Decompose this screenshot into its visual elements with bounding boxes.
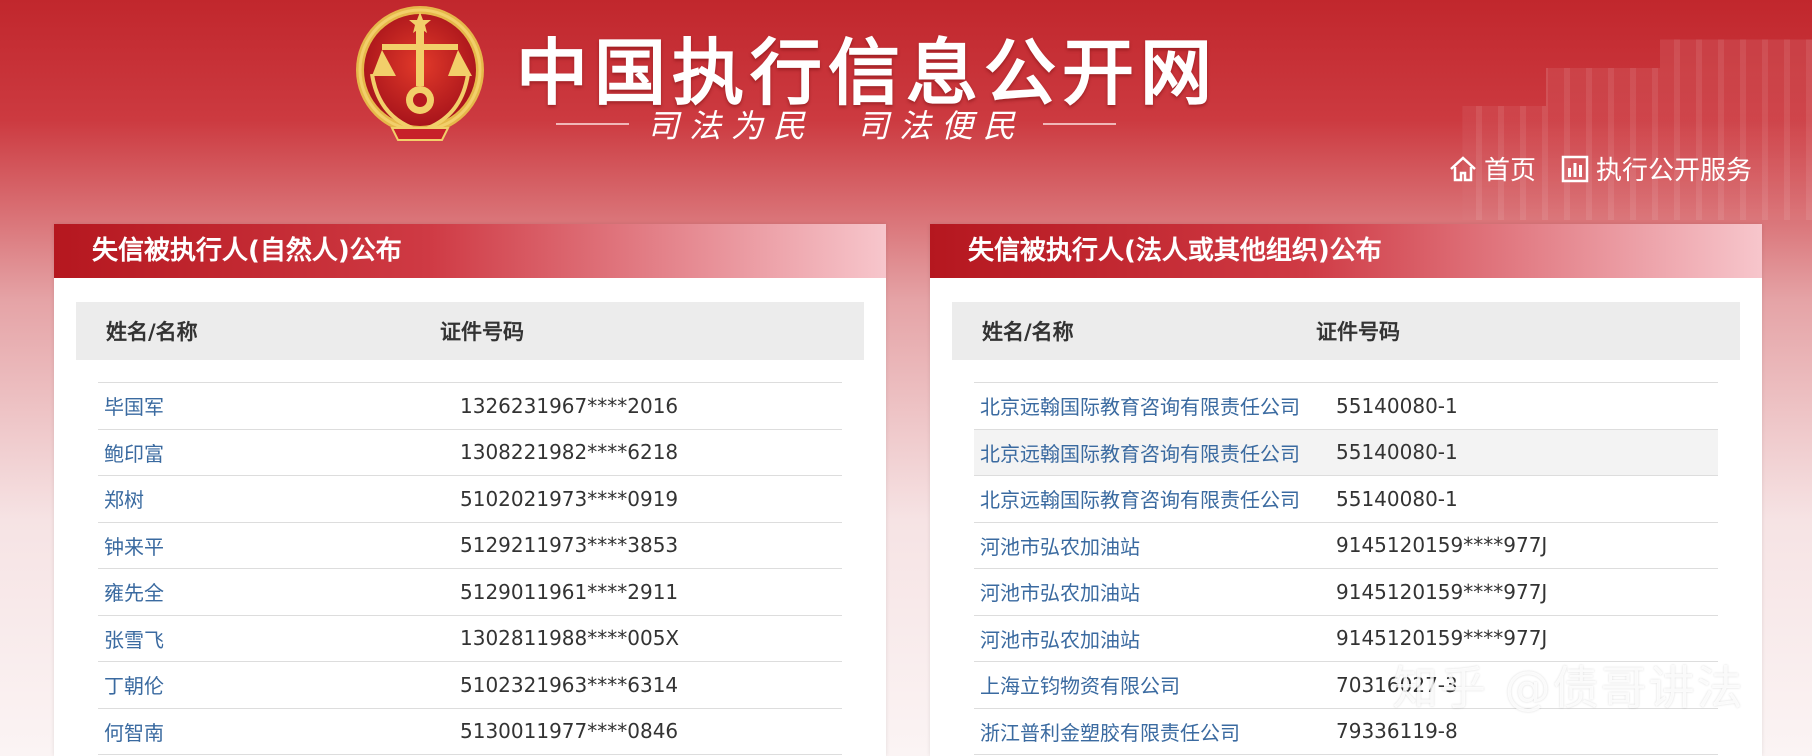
id-number: 1326231967****2016 (460, 393, 679, 418)
person-name-link[interactable]: 郑树 (98, 484, 460, 513)
table-row: 北京远翰国际教育咨询有限责任公司 55140080-1 (974, 476, 1718, 523)
table-row: 雍先全 5129011961****2911 (98, 569, 842, 616)
table-row: 郑树 5102021973****0919 (98, 476, 842, 523)
natural-person-panel: 失信被执行人(自然人)公布 姓名/名称 证件号码 毕国军 1326231967**… (54, 224, 886, 756)
id-number: 79336119-8 (1336, 719, 1458, 744)
table-row: 丁朝伦 5102321963****6314 (98, 662, 842, 709)
slogan: 司法为民 司法便民 (647, 107, 1026, 145)
entity-name-link[interactable]: 北京远翰国际教育咨询有限责任公司 (974, 484, 1336, 513)
id-number: 5102021973****0919 (460, 486, 679, 511)
table-row: 北京远翰国际教育咨询有限责任公司 55140080-1 (974, 383, 1718, 430)
court-building-image (1462, 39, 1812, 220)
id-number: 5102321963****6314 (460, 672, 679, 697)
nav-execution-service-label: 执行公开服务 (1595, 156, 1752, 186)
id-number: 5129011961****2911 (460, 579, 679, 604)
entity-name-link[interactable]: 河池市弘农加油站 (974, 577, 1336, 606)
table-row: 河池市弘农加油站 9145120159****977J (974, 569, 1718, 616)
col-name-header: 姓名/名称 (982, 320, 1074, 344)
person-name-link[interactable]: 张雪飞 (98, 624, 460, 653)
person-name-link[interactable]: 雍先全 (98, 577, 460, 606)
id-number: 55140080-1 (1336, 486, 1458, 511)
table-header: 姓名/名称 证件号码 (952, 302, 1740, 360)
nav-home-label: 首页 (1483, 156, 1536, 186)
top-nav: 首页 执行公开服务 (1448, 150, 1752, 187)
person-name-link[interactable]: 何智南 (98, 717, 460, 746)
id-number: 55140080-1 (1336, 440, 1458, 465)
slogan-divider (1043, 123, 1117, 125)
entity-name-link[interactable]: 上海立钧物资有限公司 (974, 670, 1336, 699)
table-row: 北京远翰国际教育咨询有限责任公司 55140080-1 (974, 429, 1718, 476)
entity-name-link[interactable]: 河池市弘农加油站 (974, 624, 1336, 653)
zhihu-watermark: 知乎 @债哥讲法 (1392, 661, 1745, 715)
table-header: 姓名/名称 证件号码 (76, 302, 864, 360)
entity-name-link[interactable]: 浙江普利金塑胶有限责任公司 (974, 717, 1336, 746)
nav-execution-service[interactable]: 执行公开服务 (1560, 150, 1752, 187)
person-name-link[interactable]: 毕国军 (98, 391, 460, 420)
person-name-link[interactable]: 钟来平 (98, 531, 460, 560)
id-number: 9145120159****977J (1336, 626, 1548, 651)
col-id-header: 证件号码 (440, 320, 524, 344)
person-name-link[interactable]: 鲍印富 (98, 438, 460, 467)
panel-title: 失信被执行人(自然人)公布 (54, 224, 886, 278)
table-row: 毕国军 1326231967****2016 (98, 383, 842, 430)
id-number: 1302811988****005X (460, 626, 680, 651)
id-number: 1308221982****6218 (460, 440, 679, 465)
id-number: 9145120159****977J (1336, 533, 1548, 558)
table-row: 河池市弘农加油站 9145120159****977J (974, 523, 1718, 569)
home-icon (1450, 155, 1476, 181)
id-number: 55140080-1 (1336, 393, 1458, 418)
bar-chart-icon (1561, 155, 1589, 182)
slogan-row: 司法为民 司法便民 (556, 104, 1117, 145)
entity-name-link[interactable]: 北京远翰国际教育咨询有限责任公司 (974, 438, 1336, 467)
table-row: 鲍印富 1308221982****6218 (98, 430, 842, 476)
table-body: 毕国军 1326231967****2016 鲍印富 1308221982****6… (98, 382, 842, 755)
panel-title: 失信被执行人(法人或其他组织)公布 (930, 224, 1762, 278)
col-id-header: 证件号码 (1316, 320, 1400, 344)
table-row: 张雪飞 1302811988****005X (98, 616, 842, 662)
id-number: 5129211973****3853 (460, 533, 679, 558)
slogan-divider (556, 123, 629, 125)
col-name-header: 姓名/名称 (106, 320, 198, 344)
site-header: 中国执行信息公开网 司法为民 司法便民 首页 执行公开服务 (0, 0, 1812, 220)
id-number: 9145120159****977J (1336, 579, 1548, 604)
table-row: 何智南 5130011977****0846 (98, 709, 842, 755)
id-number: 5130011977****0846 (460, 719, 679, 744)
person-name-link[interactable]: 丁朝伦 (98, 670, 460, 699)
entity-name-link[interactable]: 河池市弘农加油站 (974, 531, 1336, 560)
entity-name-link[interactable]: 北京远翰国际教育咨询有限责任公司 (974, 391, 1336, 420)
nav-home[interactable]: 首页 (1448, 150, 1536, 187)
court-emblem-icon (356, 6, 484, 141)
table-row: 钟来平 5129211973****3853 (98, 523, 842, 569)
